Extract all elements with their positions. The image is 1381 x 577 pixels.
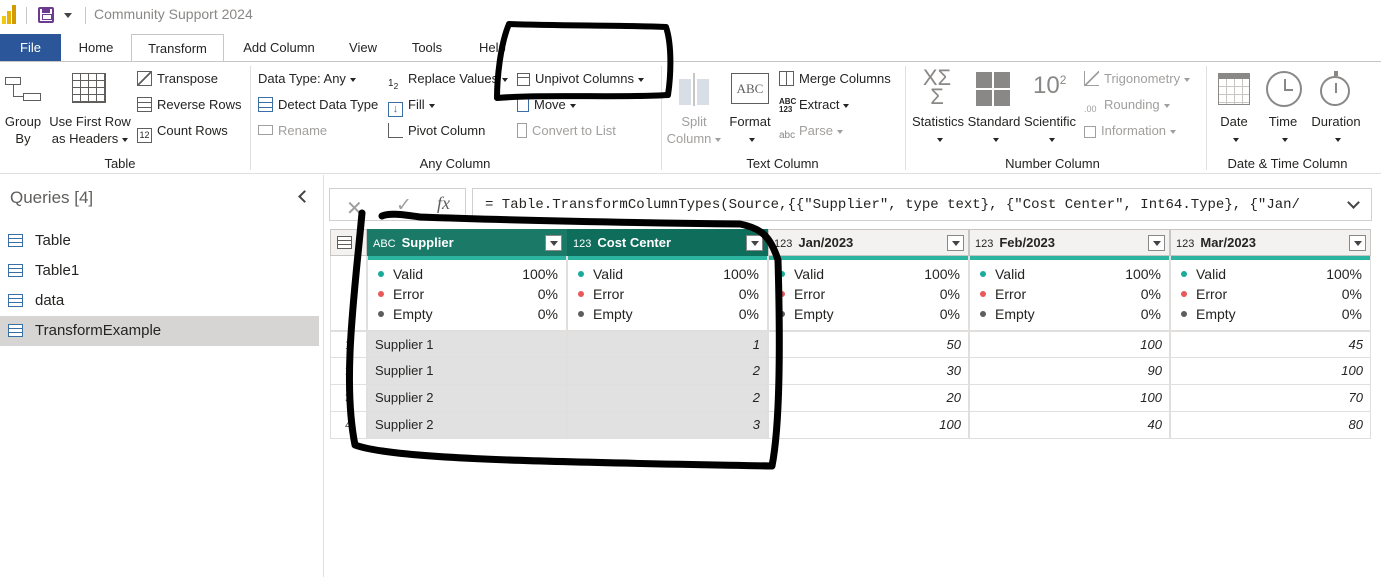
marker-annotations bbox=[345, 21, 783, 470]
annotation-box-unpivot bbox=[494, 21, 674, 101]
annotation-loop-columns bbox=[345, 209, 783, 470]
